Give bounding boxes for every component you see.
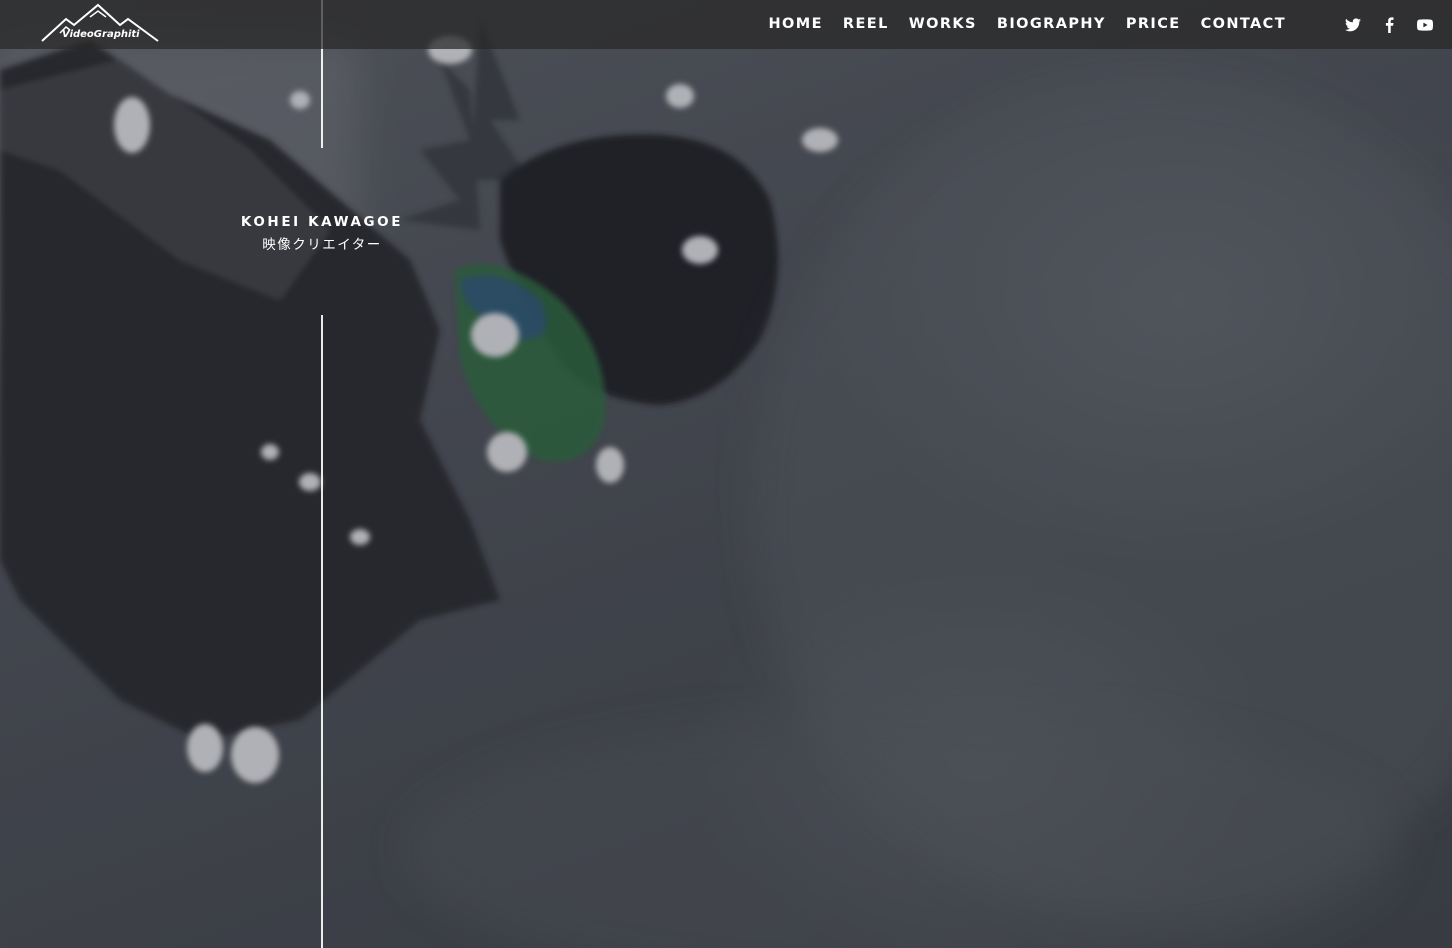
hero-role: 映像クリエイター — [262, 237, 382, 253]
logo-text: VideoGraphiti — [62, 29, 140, 40]
nav-price[interactable]: PRICE — [1126, 0, 1181, 49]
nav-works[interactable]: WORKS — [909, 0, 977, 49]
nav-biography[interactable]: BIOGRAPHY — [997, 0, 1106, 49]
top-navigation-bar: VideoGraphiti HOME REEL WORKS BIOGRAPHY … — [0, 0, 1452, 49]
nav-home[interactable]: HOME — [768, 0, 822, 49]
hero-name: KOHEI KAWAGOE — [240, 214, 404, 230]
site-logo[interactable]: VideoGraphiti — [40, 3, 162, 43]
hero-divider-line-bottom — [321, 315, 323, 948]
nav-reel[interactable]: REEL — [843, 0, 889, 49]
nav-contact[interactable]: CONTACT — [1201, 0, 1286, 49]
hero-title-block: KOHEI KAWAGOE 映像クリエイター — [222, 214, 422, 253]
hero-background-video — [0, 0, 1452, 948]
hero-background-image — [0, 0, 1452, 948]
main-nav: HOME REEL WORKS BIOGRAPHY PRICE CONTACT — [768, 0, 1452, 49]
social-links — [1326, 16, 1434, 34]
facebook-icon[interactable] — [1380, 16, 1398, 34]
youtube-icon[interactable] — [1416, 16, 1434, 34]
twitter-icon[interactable] — [1344, 16, 1362, 34]
nav-list: HOME REEL WORKS BIOGRAPHY PRICE CONTACT — [768, 0, 1286, 49]
